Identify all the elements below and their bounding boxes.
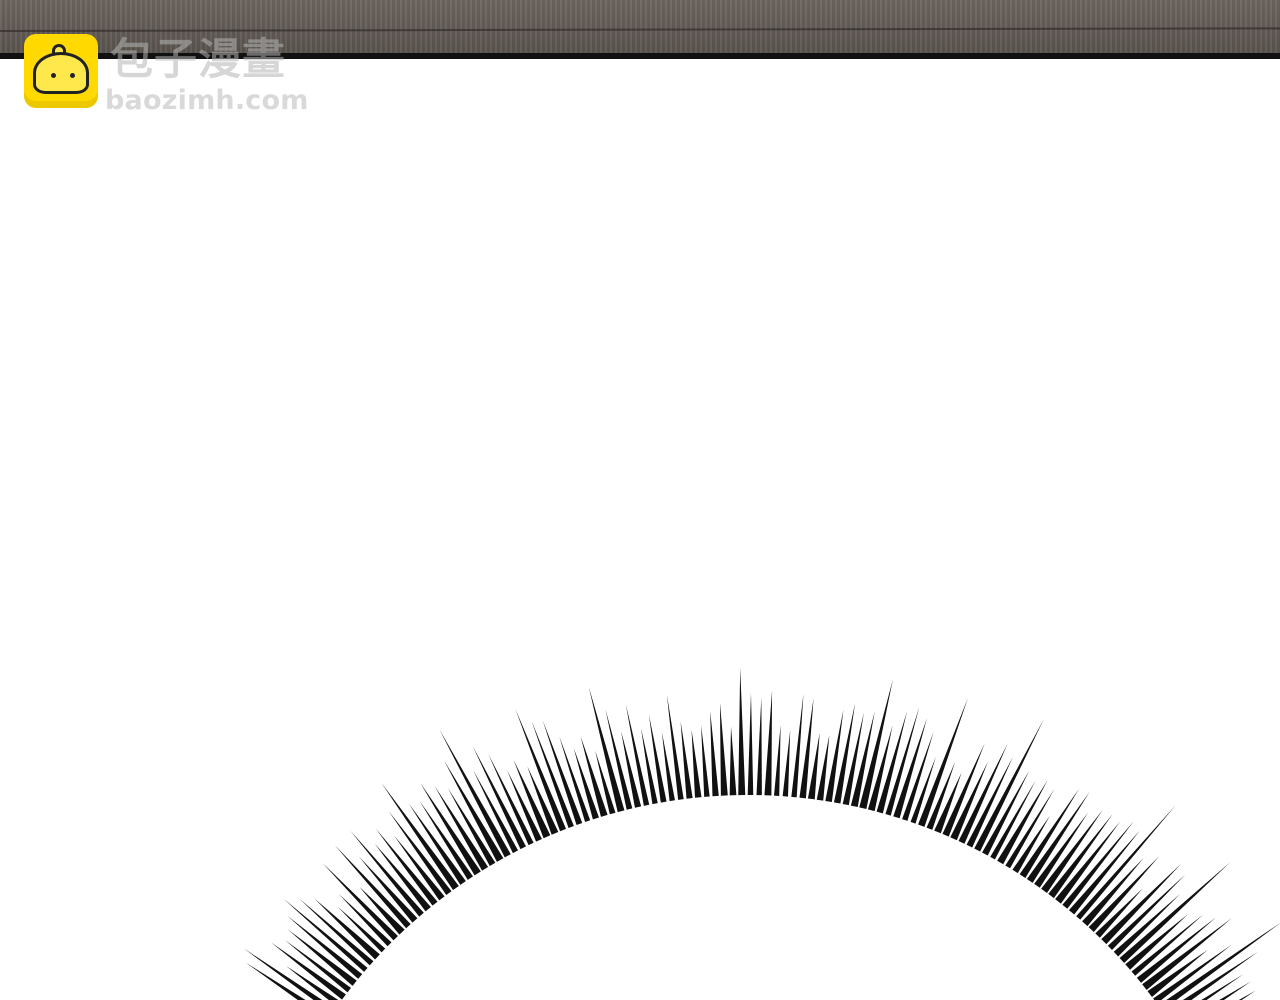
speed-line xyxy=(774,725,781,796)
speed-line xyxy=(691,729,702,798)
speed-line xyxy=(515,709,567,832)
speed-line xyxy=(381,782,459,891)
speed-line xyxy=(472,746,526,850)
comic-page: 包子漫畫 baozimh.com xyxy=(0,0,1280,1000)
speed-line xyxy=(747,692,754,796)
speed-line xyxy=(288,929,357,986)
speed-line xyxy=(764,690,773,796)
speed-line xyxy=(1076,805,1176,920)
speed-line xyxy=(245,962,306,1000)
speed-line xyxy=(680,721,693,799)
speed-line xyxy=(710,711,719,797)
speed-line xyxy=(358,856,418,923)
speed-line xyxy=(791,693,804,798)
speed-line xyxy=(719,702,728,796)
speed-line xyxy=(782,730,791,797)
radial-speed-lines xyxy=(243,667,1280,1000)
speed-line-group xyxy=(243,667,1280,1000)
speed-line xyxy=(1119,862,1231,964)
speed-line xyxy=(738,667,746,796)
speed-line xyxy=(314,898,380,960)
speed-line xyxy=(729,726,737,796)
speed-line xyxy=(918,697,968,827)
speed-line xyxy=(756,697,762,796)
speed-line xyxy=(419,801,473,880)
speed-line xyxy=(701,725,710,797)
